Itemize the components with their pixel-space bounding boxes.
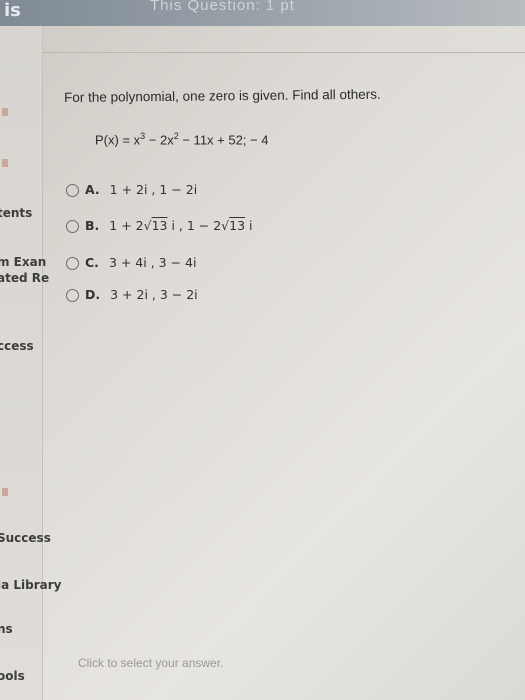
top-header-bar: is This Question: 1 pt: [0, 0, 525, 26]
option-d[interactable]: D. 3 + 2i , 3 − 2i: [66, 287, 198, 311]
select-answer-hint: Click to select your answer.: [78, 656, 224, 670]
polynomial-expression: P(x) = x3 − 2x2 − 11x + 52; − 4: [95, 131, 268, 147]
sidebar-item-success[interactable]: Success: [0, 531, 51, 545]
sidebar-item-ns[interactable]: ns: [0, 622, 13, 636]
sidebar: tents m Exan ated Re ccess Success ia Li…: [0, 26, 62, 700]
option-text-part: i , 1 − 2√: [167, 218, 230, 233]
sidebar-item-access[interactable]: ccess: [0, 339, 34, 353]
radio-icon[interactable]: [66, 289, 79, 302]
option-text: 3 + 2i , 3 − 2i: [110, 287, 198, 302]
radicand: 13: [229, 218, 246, 233]
poly-rest: − 11x + 52; − 4: [178, 132, 269, 148]
question-prompt: For the polynomial, one zero is given. F…: [64, 86, 381, 105]
header-fragment: is: [4, 0, 21, 21]
sidebar-item-tools[interactable]: ools: [0, 669, 25, 683]
poly-prefix: P(x) = x: [95, 132, 141, 148]
radio-icon[interactable]: [66, 184, 79, 197]
option-text: 3 + 4i , 3 − 4i: [108, 255, 197, 270]
option-text-part: i: [245, 218, 253, 233]
sidebar-item-library[interactable]: ia Library: [0, 578, 62, 592]
option-letter: D.: [85, 287, 101, 302]
radio-icon[interactable]: [66, 257, 79, 270]
sidebar-marker: [2, 108, 8, 116]
poly-mid: − 2x: [145, 132, 174, 148]
option-letter: C.: [85, 255, 99, 270]
option-c[interactable]: C. 3 + 4i , 3 − 4i: [66, 255, 196, 279]
radio-icon[interactable]: [66, 220, 79, 233]
option-b[interactable]: B. 1 + 2√13 i , 1 − 2√13 i: [66, 218, 253, 242]
radicand: 13: [151, 218, 168, 233]
option-text-part: 1 + 2√: [109, 218, 152, 233]
sidebar-item-exam[interactable]: m Exan: [0, 255, 46, 269]
sidebar-marker: [2, 159, 8, 167]
header-divider: [42, 52, 525, 53]
option-letter: B.: [85, 218, 100, 233]
question-points-label: This Question: 1 pt: [150, 0, 295, 14]
sidebar-marker: [2, 488, 8, 496]
sidebar-item-related[interactable]: ated Re: [0, 271, 49, 285]
option-a[interactable]: A. 1 + 2i , 1 − 2i: [66, 182, 197, 206]
option-letter: A.: [85, 182, 100, 197]
option-text: 1 + 2i , 1 − 2i: [109, 182, 198, 197]
sidebar-item-contents[interactable]: tents: [0, 206, 32, 220]
